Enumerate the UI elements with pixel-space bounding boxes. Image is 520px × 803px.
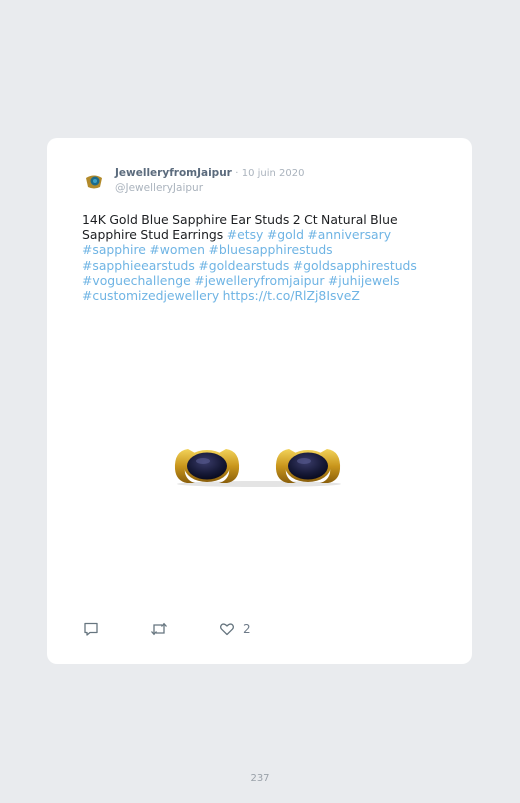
separator: · bbox=[235, 168, 239, 179]
earrings-image bbox=[174, 449, 341, 487]
hashtag[interactable]: #gold bbox=[267, 227, 304, 242]
hashtag[interactable]: #anniversary bbox=[307, 227, 391, 242]
hashtag[interactable]: #women bbox=[149, 242, 205, 257]
avatar[interactable] bbox=[83, 170, 105, 192]
avatar-logo-icon bbox=[83, 170, 105, 192]
tweet-card: JewelleryfromJaipur · 10 juin 2020 @Jewe… bbox=[47, 138, 472, 664]
heart-icon bbox=[220, 623, 234, 636]
retweet-icon bbox=[151, 622, 167, 636]
hashtag[interactable]: #bluesapphirestuds bbox=[208, 242, 332, 257]
hashtag[interactable]: #customizedjewellery bbox=[82, 288, 219, 303]
hashtag[interactable]: #jewelleryfromjaipur bbox=[194, 273, 324, 288]
author-info: JewelleryfromJaipur · 10 juin 2020 @Jewe… bbox=[115, 166, 305, 195]
hashtag[interactable]: #sapphieearstuds bbox=[82, 258, 195, 273]
reply-icon bbox=[84, 622, 98, 636]
tweet-date[interactable]: 10 juin 2020 bbox=[242, 168, 305, 179]
user-handle[interactable]: @JewelleryJaipur bbox=[115, 181, 305, 195]
like-button[interactable]: 2 bbox=[219, 621, 251, 637]
tweet-actions: 2 bbox=[83, 621, 283, 637]
retweet-button[interactable] bbox=[150, 621, 168, 637]
display-name[interactable]: JewelleryfromJaipur bbox=[115, 167, 232, 179]
tweet-media[interactable] bbox=[82, 308, 437, 623]
hashtag[interactable]: #voguechallenge bbox=[82, 273, 191, 288]
hashtag[interactable]: #etsy bbox=[227, 227, 264, 242]
hashtag[interactable]: #sapphire bbox=[82, 242, 146, 257]
page-number: 237 bbox=[250, 773, 270, 784]
hashtag[interactable]: #goldsapphirestuds bbox=[293, 258, 417, 273]
reply-button[interactable] bbox=[83, 621, 99, 637]
tweet-header: JewelleryfromJaipur · 10 juin 2020 @Jewe… bbox=[83, 166, 305, 195]
hashtag[interactable]: #juhijewels bbox=[328, 273, 400, 288]
like-count: 2 bbox=[243, 622, 251, 636]
tweet-link[interactable]: https://t.co/RlZj8IsveZ bbox=[223, 288, 360, 303]
tweet-body: 14K Gold Blue Sapphire Ear Studs 2 Ct Na… bbox=[82, 212, 447, 303]
hashtag[interactable]: #goldearstuds bbox=[198, 258, 289, 273]
